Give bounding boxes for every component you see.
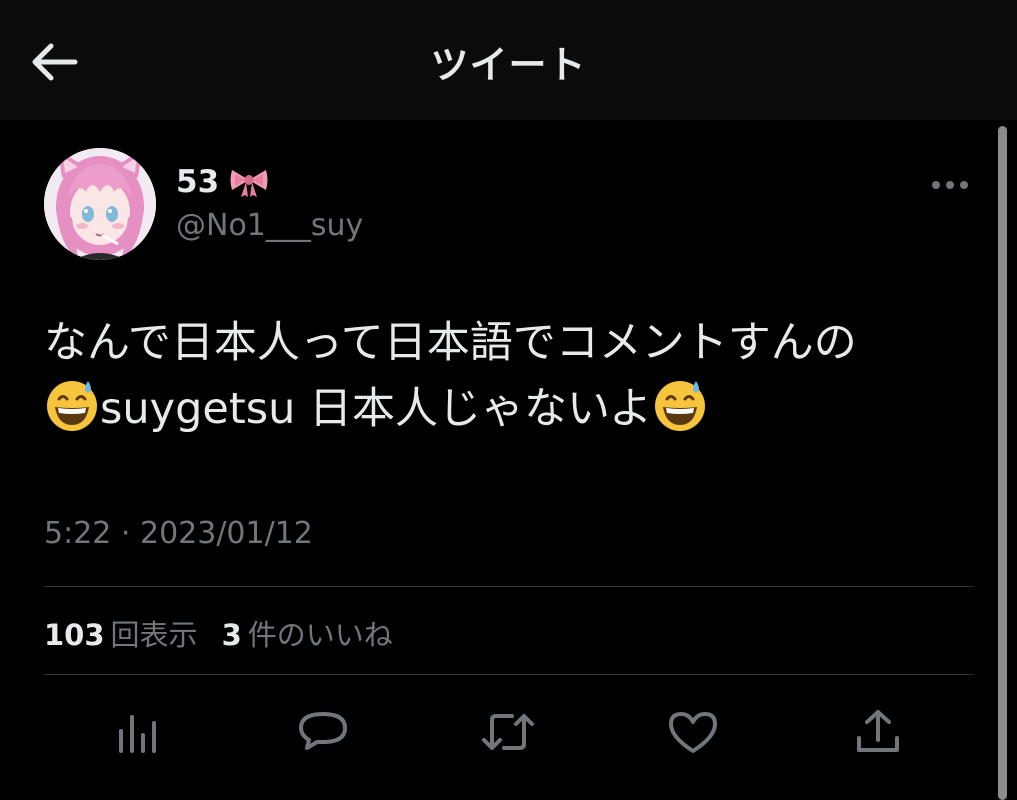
like-icon	[669, 712, 717, 753]
tweet-text-line-1: なんで日本人って日本語でコメントすんの	[44, 318, 857, 368]
views-label[interactable]: 回表示	[111, 612, 198, 654]
more-options-button[interactable]	[922, 170, 978, 200]
anime-girl-avatar-image	[44, 148, 156, 260]
share-icon	[857, 710, 899, 752]
reply-button[interactable]	[291, 700, 355, 764]
user-handle[interactable]: @No1___suy	[176, 208, 363, 243]
display-name-row[interactable]: 53	[176, 164, 269, 200]
grinning-sweat-emoji-icon	[655, 381, 706, 431]
like-button[interactable]	[661, 700, 725, 764]
likes-count: 3	[221, 618, 242, 652]
avatar[interactable]	[44, 148, 156, 260]
reply-icon	[299, 712, 347, 750]
likes-label[interactable]: 件のいいね	[248, 612, 393, 654]
analytics-icon	[119, 715, 156, 753]
views-count: 103	[44, 618, 105, 652]
tweet-stats: 103 回表示 3 件のいいね	[44, 612, 417, 654]
grinning-sweat-emoji-icon	[47, 381, 97, 431]
share-button[interactable]	[846, 700, 910, 764]
divider	[44, 586, 974, 587]
page-title: ツイート	[430, 43, 587, 87]
retweet-button[interactable]	[476, 700, 540, 764]
tweet-timestamp[interactable]: 5:22 · 2023/01/12	[44, 516, 313, 551]
divider	[44, 674, 974, 675]
tweet-text: なんで日本人って日本語でコメントすんの suygetsu 日本人じゃないよ	[44, 310, 974, 442]
display-name: 53	[176, 164, 220, 200]
analytics-button[interactable]	[106, 700, 170, 764]
top-bar: ツイート	[0, 0, 1017, 120]
more-dot-icon	[946, 181, 954, 189]
more-dot-icon	[960, 181, 968, 189]
tweet-text-line-2: suygetsu 日本人じゃないよ	[44, 376, 974, 442]
retweet-icon	[482, 714, 534, 750]
tweet-text-line-2-text: suygetsu 日本人じゃないよ	[100, 384, 653, 434]
scrollbar[interactable]	[998, 126, 1007, 800]
ribbon-emoji-icon	[230, 170, 268, 197]
more-dot-icon	[932, 181, 940, 189]
